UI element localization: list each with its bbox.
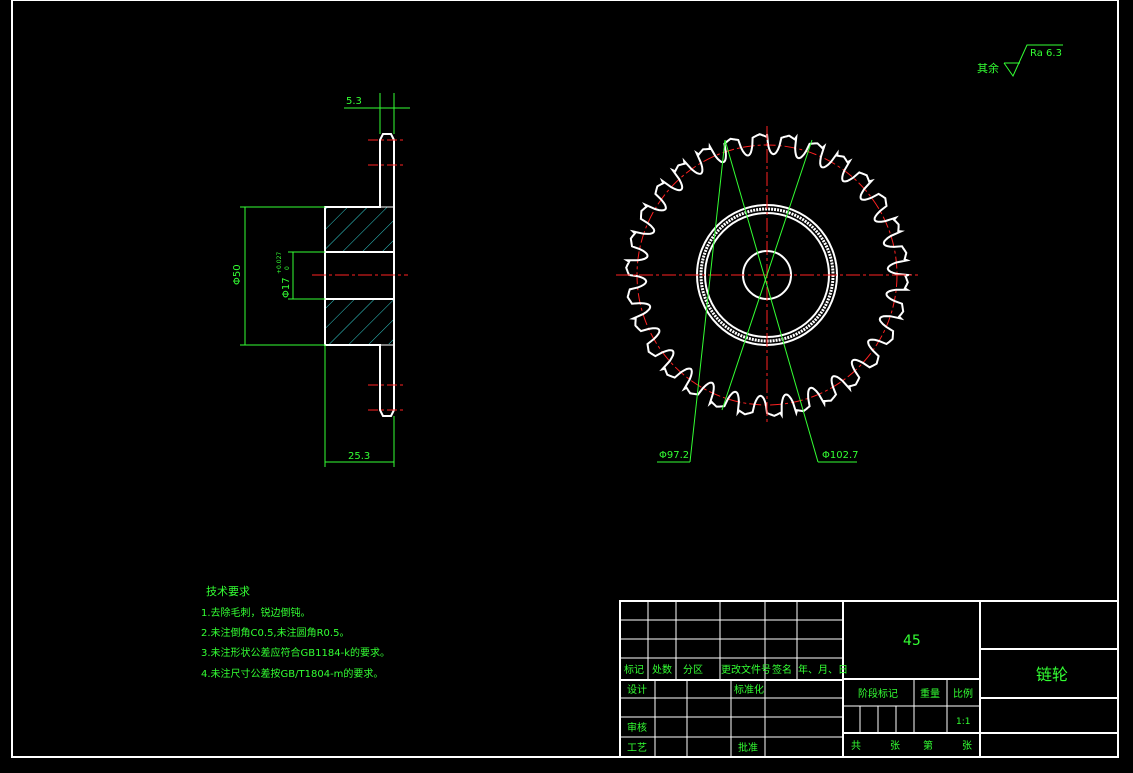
roughness-label: 其余 [977, 61, 999, 75]
dim-tip-diameter: Φ102.7 [822, 450, 859, 461]
label-review: 审核 [627, 721, 647, 734]
label-sheets-total: 共 [851, 740, 861, 752]
front-view [616, 126, 918, 463]
dim-top-width: 5.3 [346, 96, 362, 107]
rev-header-docno: 更改文件号 [721, 663, 771, 676]
dim-root-diameter: Φ97.2 [659, 450, 689, 461]
rev-header-mark: 标记 [624, 664, 644, 676]
hatched-hub-upper [325, 207, 394, 252]
dim-hub-diameter: Φ50 [232, 264, 243, 285]
leader-tip-b [724, 139, 819, 463]
sheet-border [11, 0, 1119, 758]
dim-bore-diameter: Φ17 [281, 277, 292, 298]
label-stage-mark: 阶段标记 [858, 687, 898, 700]
part-name: 链轮 [1036, 665, 1068, 684]
label-design: 设计 [627, 683, 647, 696]
rev-header-date: 年、月、日 [798, 663, 848, 676]
dim-bore-tol-lower: 0 [284, 266, 291, 270]
scale-value: 1:1 [956, 717, 970, 727]
roughness-value: Ra 6.3 [1030, 48, 1062, 59]
label-sheet-unit-1: 张 [890, 740, 900, 752]
tech-req-item-4: 4.未注尺寸公差按GB/T1804-m的要求。 [201, 667, 383, 680]
label-scale: 比例 [953, 687, 973, 700]
label-standardize: 标准化 [734, 683, 764, 696]
label-process: 工艺 [627, 742, 647, 754]
leader-root-diameter [689, 139, 726, 463]
rev-header-zone: 分区 [683, 664, 703, 676]
tech-req-item-3: 3.未注形状公差应符合GB1184-k的要求。 [201, 646, 390, 659]
rev-header-count: 处数 [652, 663, 672, 676]
leader-tip-diameter [812, 140, 818, 462]
hatched-hub-lower [325, 299, 394, 344]
side-view [312, 133, 408, 417]
drawing-sheet: 5.3 Φ50 Φ17 +0.027 0 25.3 Φ97.2 Φ102.7 其… [11, 0, 1119, 758]
label-approve: 批准 [738, 741, 758, 754]
dim-hub-length: 25.3 [348, 451, 370, 462]
label-weight: 重量 [920, 687, 940, 700]
tech-req-item-2: 2.未注倒角C0.5,未注圆角R0.5。 [201, 626, 349, 639]
dim-bore-tol-upper: +0.027 [276, 252, 283, 274]
tech-req-title: 技术要求 [206, 585, 250, 598]
tech-req-item-1: 1.去除毛刺，锐边倒钝。 [201, 606, 311, 619]
rev-header-sign: 签名 [772, 663, 792, 676]
label-sheet-current: 第 [923, 739, 933, 752]
label-sheet-unit-2: 张 [962, 740, 972, 752]
material: 45 [903, 633, 921, 649]
